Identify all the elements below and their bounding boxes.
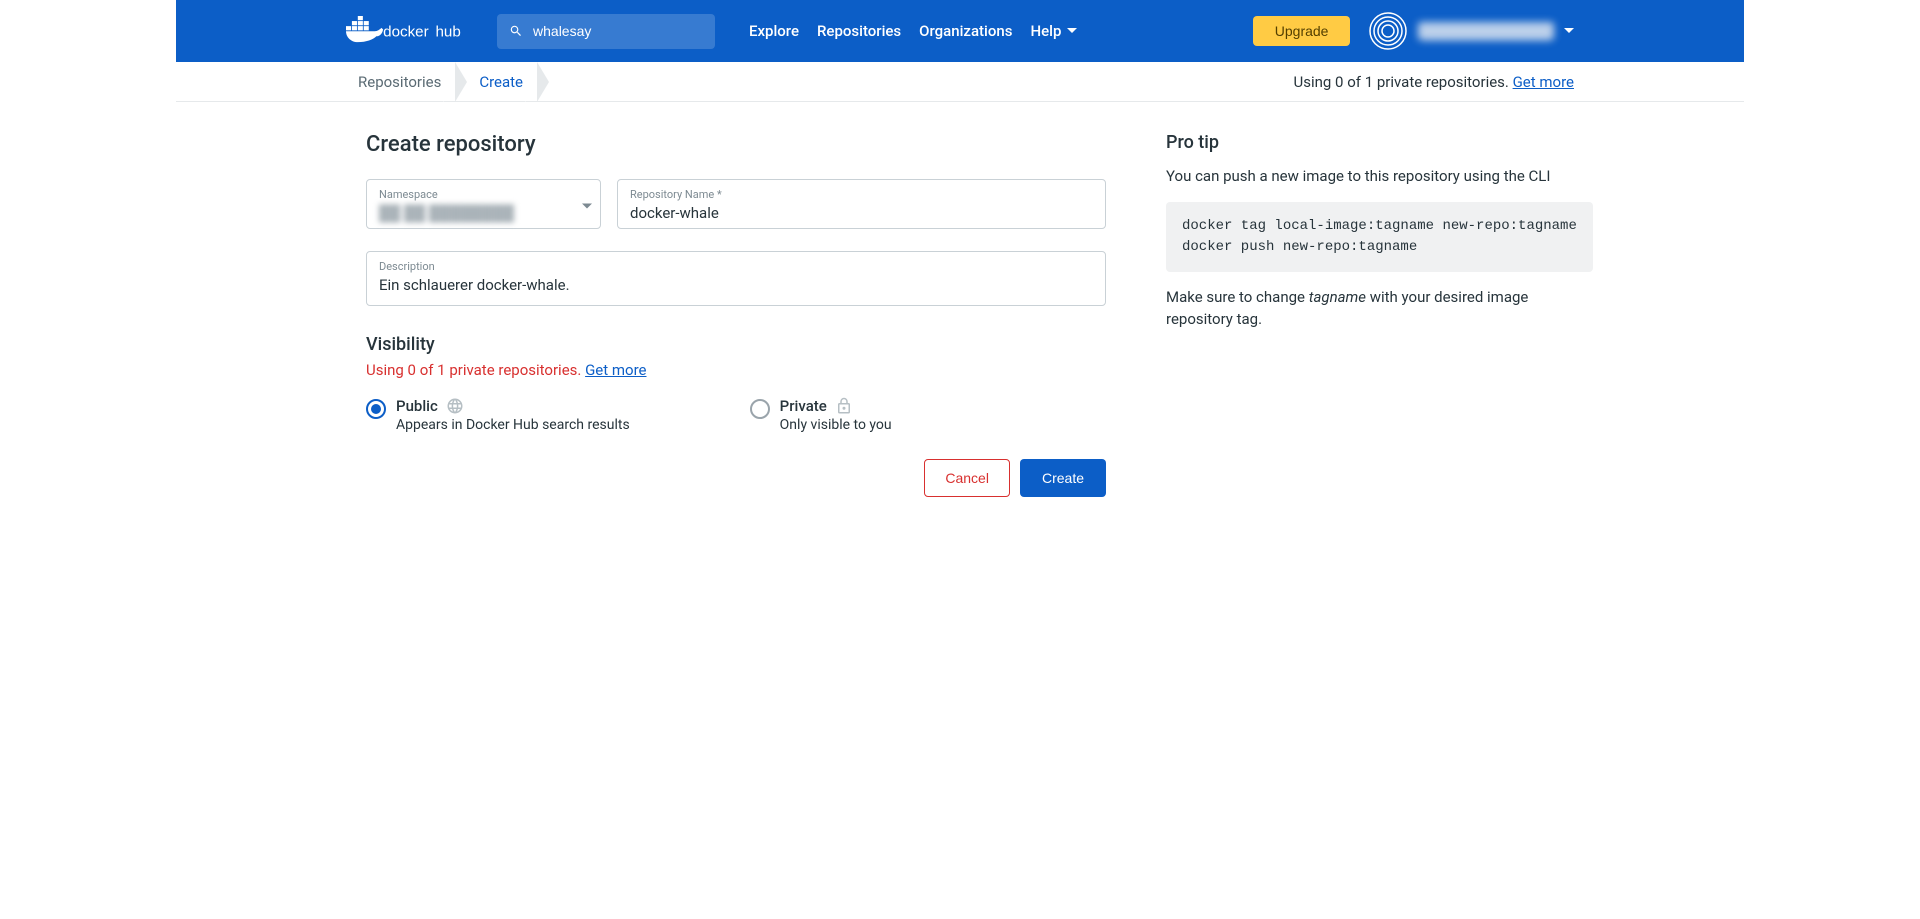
- private-title: Private: [780, 397, 827, 415]
- pro-tip-line2: Make sure to change tagname with your de…: [1166, 286, 1593, 331]
- breadcrumb-bar: Repositories Create Using 0 of 1 private…: [176, 62, 1744, 102]
- nav-explore[interactable]: Explore: [749, 22, 799, 40]
- repo-name-input[interactable]: [630, 204, 1093, 222]
- nav-help-label: Help: [1030, 22, 1061, 40]
- pro-tip-panel: Pro tip You can push a new image to this…: [1136, 132, 1593, 497]
- radio-private[interactable]: [750, 399, 770, 419]
- pro-tip-title: Pro tip: [1166, 132, 1593, 153]
- create-form: Create repository Namespace ██ ██ ██████…: [366, 132, 1106, 497]
- svg-text:hub: hub: [435, 23, 460, 40]
- breadcrumb: Repositories Create: [346, 62, 549, 102]
- search-box[interactable]: [497, 14, 715, 49]
- private-sub: Only visible to you: [780, 417, 892, 433]
- docker-whale-logo-icon: docker hub: [346, 16, 481, 46]
- lock-icon: [835, 397, 853, 415]
- chevron-down-icon: [582, 195, 592, 214]
- page-title: Create repository: [366, 132, 1106, 157]
- quota-text: Using 0 of 1 private repositories.: [1294, 73, 1513, 91]
- visibility-quota: Using 0 of 1 private repositories. Get m…: [366, 361, 1106, 379]
- nav-organizations[interactable]: Organizations: [919, 22, 1012, 40]
- repo-quota-info: Using 0 of 1 private repositories. Get m…: [1294, 73, 1574, 91]
- repo-name-label: Repository Name *: [630, 188, 1093, 201]
- dockerhub-logo[interactable]: docker hub: [346, 16, 481, 46]
- description-label: Description: [379, 260, 1093, 273]
- visibility-public-option[interactable]: Public Appears in Docker Hub search resu…: [366, 397, 630, 433]
- pro-tip-line1: You can push a new image to this reposit…: [1166, 165, 1593, 188]
- globe-icon: [446, 397, 464, 415]
- namespace-value: ██ ██ ████████: [379, 204, 514, 222]
- tip2-em: tagname: [1309, 288, 1366, 306]
- search-input[interactable]: [533, 23, 703, 39]
- get-more-link-inline[interactable]: Get more: [585, 361, 646, 379]
- top-header: docker hub Explore Repositories Organiza…: [176, 0, 1744, 62]
- description-field[interactable]: Description: [366, 251, 1106, 306]
- search-icon: [509, 23, 523, 39]
- repo-name-field[interactable]: Repository Name *: [617, 179, 1106, 229]
- nav-repositories[interactable]: Repositories: [817, 22, 901, 40]
- visibility-heading: Visibility: [366, 334, 1106, 355]
- radio-public[interactable]: [366, 399, 386, 419]
- public-title: Public: [396, 397, 438, 415]
- tip2-before: Make sure to change: [1166, 288, 1309, 306]
- public-sub: Appears in Docker Hub search results: [396, 417, 630, 433]
- cancel-button[interactable]: Cancel: [924, 459, 1010, 497]
- namespace-label: Namespace: [379, 188, 588, 201]
- quota-red-text: Using 0 of 1 private repositories.: [366, 361, 581, 379]
- user-menu[interactable]: ████████████: [1368, 11, 1574, 51]
- description-input[interactable]: [379, 276, 1093, 294]
- chevron-down-icon: [1564, 28, 1574, 34]
- crumb-repositories[interactable]: Repositories: [346, 62, 453, 102]
- nav-help[interactable]: Help: [1030, 22, 1077, 40]
- create-button[interactable]: Create: [1020, 459, 1106, 497]
- main-nav: Explore Repositories Organizations Help: [749, 22, 1077, 40]
- visibility-private-option[interactable]: Private Only visible to you: [750, 397, 892, 433]
- svg-text:docker: docker: [383, 23, 429, 40]
- fingerprint-avatar-icon: [1368, 11, 1408, 51]
- chevron-down-icon: [1067, 28, 1077, 34]
- cli-code-block: docker tag local-image:tagname new-repo:…: [1166, 202, 1593, 272]
- namespace-select[interactable]: Namespace ██ ██ ████████: [366, 179, 601, 229]
- main-content: Create repository Namespace ██ ██ ██████…: [176, 102, 1744, 497]
- get-more-link[interactable]: Get more: [1513, 73, 1574, 91]
- username-label: ████████████: [1418, 22, 1554, 40]
- upgrade-button[interactable]: Upgrade: [1253, 16, 1351, 46]
